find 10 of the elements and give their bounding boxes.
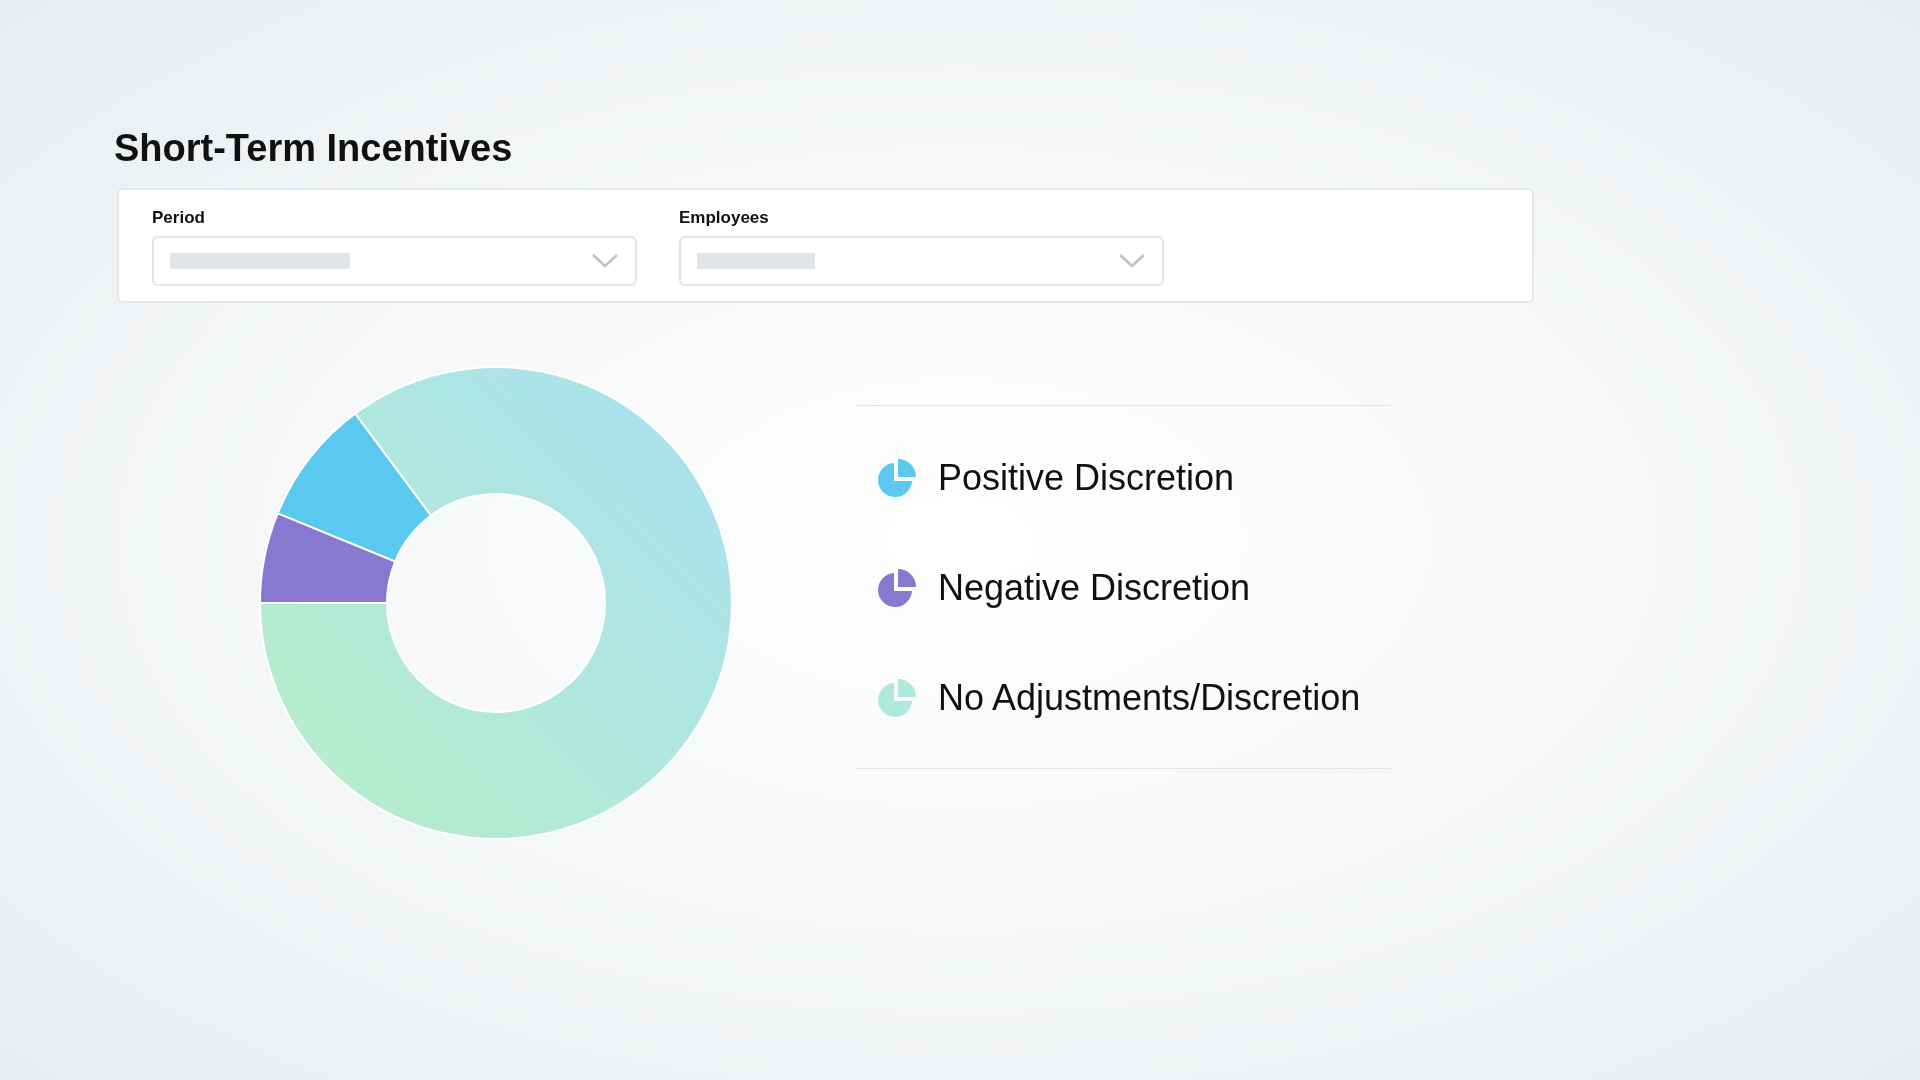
legend-label: No Adjustments/Discretion — [938, 676, 1361, 720]
legend-label: Positive Discretion — [938, 456, 1235, 500]
chevron-down-icon — [591, 253, 619, 269]
page-title: Short-Term Incentives — [114, 126, 514, 171]
filter-label: Period — [152, 207, 205, 229]
legend-label: Negative Discretion — [938, 566, 1251, 610]
chevron-down-icon — [1118, 253, 1146, 269]
filter-label: Employees — [679, 207, 769, 229]
dropdown[interactable] — [152, 236, 637, 286]
dropdown[interactable] — [679, 236, 1164, 286]
